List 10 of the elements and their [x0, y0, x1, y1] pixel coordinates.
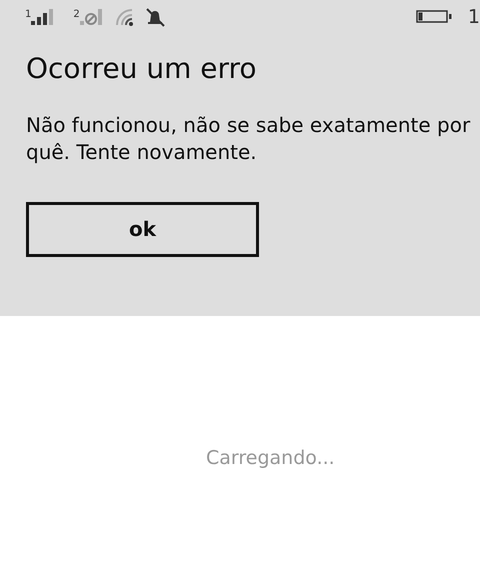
dialog-title: Ocorreu um erro — [26, 52, 258, 86]
muted-bell-icon — [144, 7, 166, 27]
clock-text: 1 — [468, 4, 480, 30]
error-message: Não funcionou, não se sabe exatamente por quê. Tente novamente. — [26, 112, 472, 166]
sim-number: 1 — [25, 10, 32, 20]
sim-number: 2 — [73, 10, 80, 20]
ok-button[interactable]: ok — [26, 202, 259, 257]
loading-text: Carregando... — [206, 446, 335, 471]
battery-icon — [416, 10, 452, 24]
wifi-icon — [114, 7, 136, 27]
